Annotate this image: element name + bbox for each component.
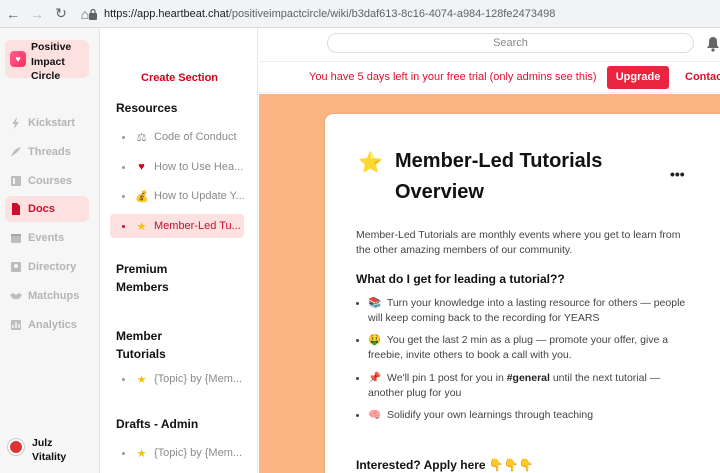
left-rail: ♥ Positive Impact Circle Kickstart Threa… — [0, 28, 100, 473]
list-item: 🧠 Solidify your own learnings through te… — [356, 408, 696, 423]
rail-item-label: Courses — [28, 175, 73, 187]
contact-link[interactable]: Contac — [685, 71, 720, 83]
bullet — [122, 224, 125, 228]
url-text: https://app.heartbeat.chat/positiveimpac… — [104, 8, 555, 20]
directory-icon — [11, 262, 21, 272]
section-heading-member-tutorials[interactable]: Member Tutorials — [116, 327, 186, 363]
doc-intro: Member-Led Tutorials are monthly events … — [356, 229, 681, 256]
quill-icon — [11, 147, 21, 157]
rail-item-label: Kickstart — [28, 117, 76, 129]
bell-icon[interactable] — [706, 36, 720, 52]
rail-item-label: Events — [28, 232, 65, 244]
doc-subheading: What do I get for leading a tutorial?? — [356, 272, 565, 286]
star-icon: ★ — [136, 373, 147, 386]
list-item: 📌 We'll pin 1 post for you in #general u… — [356, 371, 696, 401]
doc-item-label: How to Use Hea... — [154, 161, 244, 173]
back-arrow-icon[interactable]: ← — [2, 3, 24, 25]
lightning-icon — [12, 117, 19, 129]
doc-item-label: Member-Led Tu... — [154, 220, 241, 232]
doc-item-topic-template[interactable]: ★ {Topic} by {Mem... — [110, 367, 244, 391]
lock-icon — [89, 8, 97, 20]
doc-item-label: How to Update Y... — [154, 190, 244, 202]
brain-icon: 🧠 — [368, 409, 382, 421]
list-item: 📚 Turn your knowledge into a lasting res… — [356, 296, 696, 326]
bullet — [122, 451, 125, 455]
star-icon: ⭐ — [358, 152, 383, 174]
handshake-icon — [10, 293, 22, 299]
channel-link[interactable]: #general — [507, 372, 550, 384]
section-heading-drafts-admin[interactable]: Drafts - Admin — [116, 415, 198, 433]
section-heading-premium-members[interactable]: Premium Members — [116, 260, 186, 296]
create-section-button[interactable]: Create Section — [141, 72, 218, 84]
url-host: https://app.heartbeat.chat — [104, 8, 229, 20]
document-icon — [12, 203, 20, 215]
bullet — [122, 135, 125, 139]
apply-heading: Interested? Apply here 👇👇👇 — [356, 458, 534, 472]
pushpin-icon: 📌 — [368, 372, 382, 384]
section-heading-resources[interactable]: Resources — [116, 99, 177, 117]
rail-item-label: Docs — [28, 203, 55, 215]
sections-sidebar: Create Section Resources ⚖ Code of Condu… — [101, 28, 258, 473]
rail-item-label: Directory — [28, 261, 77, 273]
rail-item-threads[interactable]: Threads — [5, 139, 89, 165]
scales-icon: ⚖ — [136, 131, 147, 144]
doc-item-label: {Topic} by {Mem... — [154, 373, 243, 385]
list-item-text: You get the last 2 min as a plug — promo… — [368, 334, 669, 361]
chart-icon — [11, 320, 21, 330]
calendar-icon — [11, 234, 21, 243]
trial-banner: You have 5 days left in your free trial … — [259, 62, 720, 93]
rail-item-events[interactable]: Events — [5, 225, 89, 251]
doc-item-label: {Topic} by {Mem... — [154, 447, 243, 459]
books-icon: 📚 — [368, 297, 382, 309]
top-header: Search — [259, 28, 720, 62]
book-icon — [11, 176, 21, 186]
rail-item-kickstart[interactable]: Kickstart — [5, 110, 89, 136]
more-options-icon[interactable]: ••• — [670, 166, 685, 182]
doc-item-label: Code of Conduct — [154, 131, 237, 143]
money-face-icon: 🤑 — [368, 334, 382, 346]
doc-item-how-to-update[interactable]: 💰 How to Update Y... — [110, 184, 244, 208]
heart-icon: ♥ — [138, 161, 145, 173]
url-path: /positiveimpactcircle/wiki/b3daf613-8c16… — [228, 8, 556, 20]
rail-item-label: Analytics — [28, 319, 77, 331]
rail-item-analytics[interactable]: Analytics — [5, 312, 89, 338]
user-profile[interactable]: Julz Vitality — [8, 436, 82, 464]
bullet — [122, 165, 125, 169]
avatar — [8, 439, 24, 455]
star-icon: ★ — [136, 447, 147, 460]
rail-item-courses[interactable]: Courses — [5, 168, 89, 194]
search-input[interactable]: Search — [327, 33, 694, 53]
list-item-text: Solidify your own learnings through teac… — [387, 409, 594, 421]
list-item: 🤑 You get the last 2 min as a plug — pro… — [356, 333, 696, 363]
doc-item-member-led-tutorials[interactable]: ★ Member-Led Tu... — [110, 214, 244, 238]
bullet — [122, 377, 125, 381]
community-name: Positive Impact Circle — [31, 41, 72, 82]
rail-item-label: Matchups — [28, 290, 80, 302]
rail-item-matchups[interactable]: Matchups — [5, 283, 89, 309]
bullet — [122, 194, 125, 198]
upgrade-button[interactable]: Upgrade — [607, 66, 669, 89]
doc-item-topic-template-draft[interactable]: ★ {Topic} by {Mem... — [110, 441, 244, 465]
heart-logo-icon: ♥ — [10, 51, 26, 67]
list-item-text: We'll pin 1 post for you in — [387, 372, 507, 384]
list-item-text: Turn your knowledge into a lasting resou… — [368, 297, 686, 324]
rail-item-directory[interactable]: Directory — [5, 254, 89, 280]
money-bag-icon: 💰 — [135, 190, 149, 203]
reload-icon[interactable]: ↻ — [50, 3, 72, 25]
doc-card: ⭐ Member-Led Tutorials Overview ••• Memb… — [325, 114, 720, 473]
content-area: ⭐ Member-Led Tutorials Overview ••• Memb… — [259, 94, 720, 473]
rail-item-docs[interactable]: Docs — [5, 196, 89, 222]
community-switcher[interactable]: ♥ Positive Impact Circle — [5, 40, 89, 82]
doc-item-how-to-use[interactable]: ♥ How to Use Hea... — [110, 155, 244, 179]
address-bar[interactable]: https://app.heartbeat.chat/positiveimpac… — [88, 3, 720, 25]
browser-toolbar: ← → ↻ ⌂ https://app.heartbeat.chat/posit… — [0, 0, 720, 28]
rail-item-label: Threads — [28, 146, 71, 158]
user-name: Julz Vitality — [32, 437, 67, 463]
doc-item-code-of-conduct[interactable]: ⚖ Code of Conduct — [110, 125, 244, 149]
forward-arrow-icon[interactable]: → — [26, 3, 48, 25]
trial-message: You have 5 days left in your free trial … — [309, 71, 597, 83]
star-icon: ★ — [136, 220, 147, 233]
doc-title: Member-Led Tutorials Overview — [395, 150, 603, 203]
